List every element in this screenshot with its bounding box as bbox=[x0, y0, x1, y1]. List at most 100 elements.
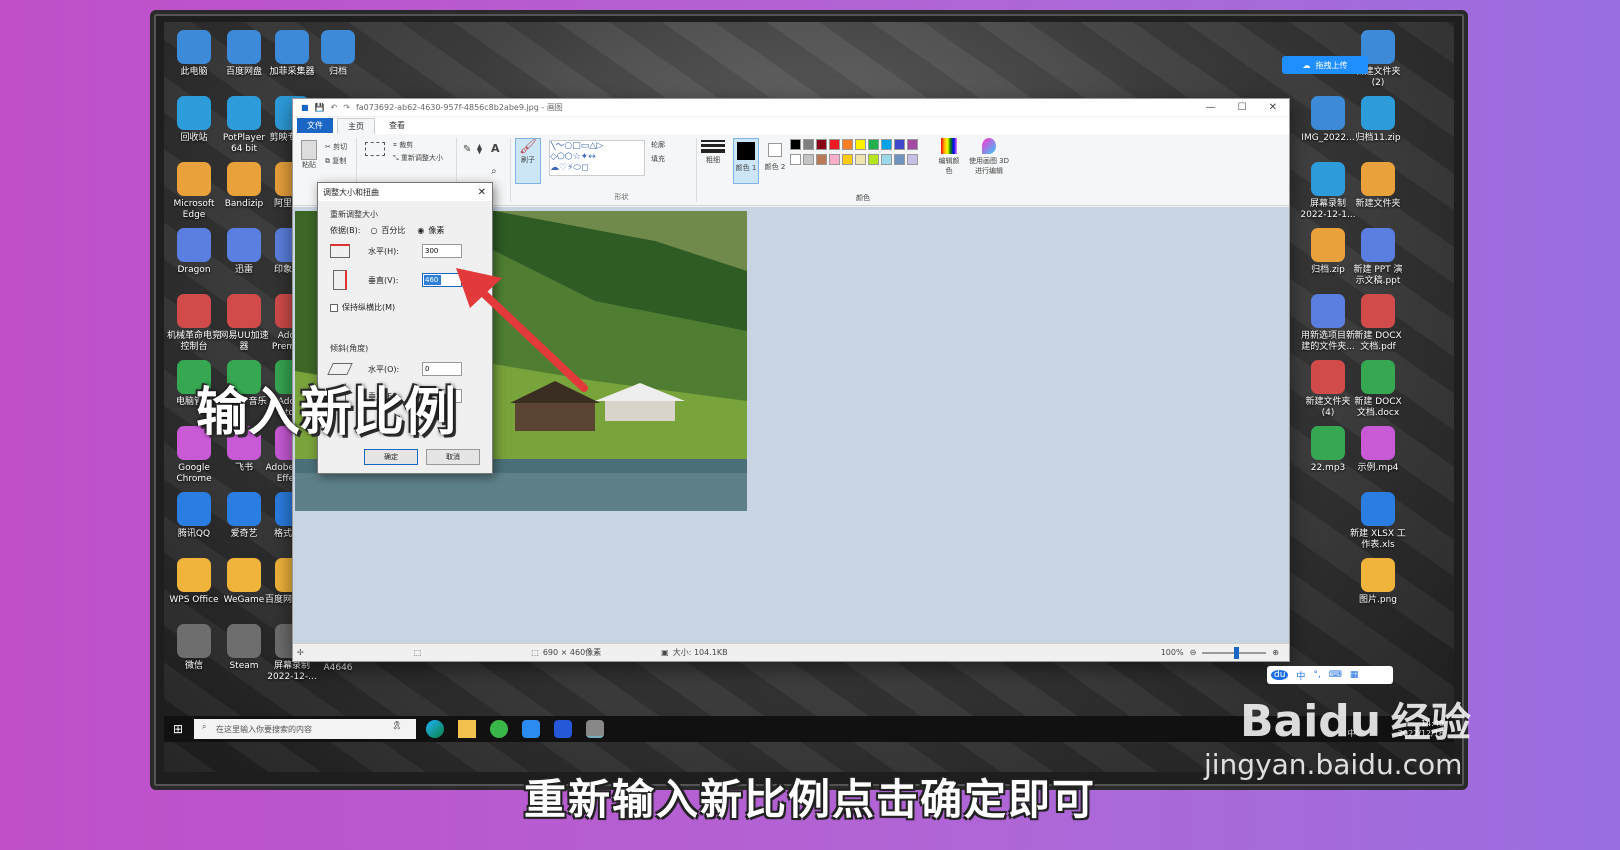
color1-button[interactable]: 颜色 1 bbox=[733, 138, 759, 184]
baidu-float-toolbar[interactable]: du 中 °, ⌨ ▦ bbox=[1267, 666, 1393, 684]
desktop-icon-item[interactable]: WPS Office bbox=[166, 558, 222, 606]
size-button[interactable]: 粗细 bbox=[701, 138, 725, 165]
color-swatch[interactable] bbox=[855, 139, 866, 150]
brush-button[interactable]: 🖌 刷子 bbox=[515, 138, 541, 184]
watermark-brand2: 经验 bbox=[1390, 700, 1471, 746]
color-swatch[interactable] bbox=[907, 154, 918, 165]
desktop-icon-item[interactable]: 屏幕录制 2022-12-1... bbox=[1300, 162, 1356, 221]
desktop-icon-item[interactable]: 新建 DOCX 文档.docx bbox=[1350, 360, 1406, 419]
horizontal-input[interactable] bbox=[422, 244, 462, 258]
desktop-icon-item[interactable]: 归档11.zip bbox=[1350, 96, 1406, 144]
tab-view[interactable]: 查看 bbox=[379, 118, 415, 133]
outline-button[interactable]: 轮廓 bbox=[651, 140, 665, 150]
desktop-icon-item[interactable]: 新建 XLSX 工作表.xls bbox=[1350, 492, 1406, 551]
keep-ratio-checkbox[interactable] bbox=[330, 303, 338, 312]
close-icon[interactable]: ✕ bbox=[1269, 102, 1277, 113]
upload-badge[interactable]: ☁ 拖拽上传 bbox=[1282, 56, 1368, 74]
color-swatch[interactable] bbox=[816, 154, 827, 165]
app-icon bbox=[321, 30, 355, 64]
ribbon-awareness-icon: 🎗 bbox=[391, 721, 402, 730]
desktop-icon-item[interactable]: 回收站 bbox=[166, 96, 222, 144]
tab-file[interactable]: 文件 bbox=[297, 118, 333, 133]
desktop-icon-item[interactable]: 示例.mp4 bbox=[1350, 426, 1406, 474]
color-swatch[interactable] bbox=[790, 154, 801, 165]
color-swatch[interactable] bbox=[829, 154, 840, 165]
color-swatch[interactable] bbox=[803, 139, 814, 150]
desktop-icon-item[interactable]: 新建文件夹 bbox=[1350, 162, 1406, 210]
text-icon[interactable]: A bbox=[491, 142, 500, 155]
app-icon bbox=[1311, 162, 1345, 196]
color-swatch[interactable] bbox=[894, 154, 905, 165]
percent-radio[interactable]: ○ bbox=[370, 226, 377, 235]
crop-button[interactable]: ⌗ 裁剪 bbox=[393, 140, 413, 150]
color-swatch[interactable] bbox=[842, 154, 853, 165]
color-swatch[interactable] bbox=[868, 154, 879, 165]
explorer-taskbar-icon[interactable] bbox=[458, 720, 476, 738]
desktop-icon-item[interactable]: 新建 DOCX 文档.pdf bbox=[1350, 294, 1406, 353]
desktop-icon-item[interactable]: 图片.png bbox=[1350, 558, 1406, 606]
browser-taskbar-icon[interactable] bbox=[490, 720, 508, 738]
paint-taskbar-icon[interactable] bbox=[586, 720, 604, 738]
color-swatch[interactable] bbox=[790, 139, 801, 150]
color-swatch[interactable] bbox=[855, 154, 866, 165]
desktop-icon-item[interactable]: 机械革命电竞控制台 bbox=[166, 294, 222, 353]
pencil-icon[interactable]: ✎ bbox=[463, 144, 471, 155]
color-swatch[interactable] bbox=[829, 139, 840, 150]
desktop-icon-item[interactable]: 22.mp3 bbox=[1300, 426, 1356, 474]
desktop-icon-label: 图片.png bbox=[1359, 595, 1397, 605]
redo-icon[interactable]: ↷ bbox=[343, 103, 350, 112]
cancel-button[interactable]: 取消 bbox=[426, 449, 480, 465]
feishu-taskbar-icon[interactable] bbox=[554, 720, 572, 738]
edge-taskbar-icon[interactable] bbox=[426, 720, 444, 738]
minimize-icon[interactable]: — bbox=[1206, 102, 1216, 113]
cut-button[interactable]: ✂ 剪切 bbox=[325, 142, 347, 152]
undo-icon[interactable]: ↶ bbox=[331, 103, 338, 112]
dialog-titlebar: 调整大小和扭曲 ✕ bbox=[318, 183, 492, 201]
select-tool[interactable] bbox=[365, 142, 385, 156]
zoom-out-button[interactable]: ⊖ bbox=[1190, 648, 1197, 657]
shapes-gallery[interactable]: ╲～○□▭△▷ ◇⬠⬡☆✦↔ ☁♡⚡⬭◻ bbox=[549, 140, 645, 176]
desktop-icon-item[interactable]: 腾讯QQ bbox=[166, 492, 222, 540]
desktop-icon-item[interactable]: 微信 bbox=[166, 624, 222, 672]
watermark-url: jingyan.baidu.com bbox=[1204, 748, 1463, 781]
desktop-icon-item[interactable]: IMG_2022... bbox=[1300, 96, 1356, 144]
desktop-icon-item[interactable]: 归档 bbox=[310, 30, 366, 78]
desktop-icon-item[interactable]: 新建文件夹 (4) bbox=[1300, 360, 1356, 419]
save-icon[interactable]: 💾 bbox=[315, 103, 325, 112]
baidunetdisk-taskbar-icon[interactable] bbox=[522, 720, 540, 738]
magnifier-icon[interactable]: ⌕ bbox=[491, 166, 497, 177]
fill-icon[interactable]: ⧫ bbox=[477, 144, 482, 155]
desktop-icon-item[interactable]: 用新选项目新建的文件夹... bbox=[1300, 294, 1356, 353]
color-swatch[interactable] bbox=[881, 139, 892, 150]
desktop-icon-item[interactable]: 新建 PPT 演示文稿.ppt bbox=[1350, 228, 1406, 287]
color2-button[interactable]: 颜色 2 bbox=[763, 138, 787, 172]
color-swatch[interactable] bbox=[842, 139, 853, 150]
fill-button[interactable]: 填充 bbox=[651, 154, 665, 164]
paint3d-button[interactable]: 使用画图 3D 进行编辑 bbox=[967, 138, 1011, 176]
ok-button[interactable]: 确定 bbox=[364, 449, 418, 465]
app-icon bbox=[1311, 228, 1345, 262]
color-swatch[interactable] bbox=[816, 139, 827, 150]
edit-colors-button[interactable]: 编辑颜色 bbox=[937, 138, 961, 176]
dialog-close-icon[interactable]: ✕ bbox=[478, 187, 492, 198]
maximize-icon[interactable]: ☐ bbox=[1238, 102, 1247, 113]
tab-home[interactable]: 主页 bbox=[337, 117, 375, 134]
resize-button[interactable]: ⤡ 重新调整大小 bbox=[393, 153, 443, 163]
paste-button[interactable]: 粘贴 bbox=[299, 140, 319, 170]
pixels-radio[interactable]: ◉ bbox=[417, 226, 424, 235]
desktop-icon-item[interactable]: Microsoft Edge bbox=[166, 162, 222, 221]
zoom-slider[interactable] bbox=[1202, 646, 1267, 659]
cloud-icon: ☁ bbox=[1302, 60, 1311, 70]
color-swatch[interactable] bbox=[803, 154, 814, 165]
color-swatch[interactable] bbox=[881, 154, 892, 165]
taskbar-search[interactable]: ⌕ 在这里输入你要搜索的内容 🎗 bbox=[194, 719, 416, 739]
desktop-icon-item[interactable]: 归档.zip bbox=[1300, 228, 1356, 276]
start-icon[interactable]: ⊞ bbox=[173, 722, 183, 736]
desktop-icon-item[interactable]: 此电脑 bbox=[166, 30, 222, 78]
color-swatch[interactable] bbox=[907, 139, 918, 150]
zoom-in-button[interactable]: ⊕ bbox=[1272, 648, 1279, 657]
color-swatch[interactable] bbox=[868, 139, 879, 150]
copy-button[interactable]: ⧉ 复制 bbox=[325, 156, 346, 166]
color-swatch[interactable] bbox=[894, 139, 905, 150]
desktop-icon-item[interactable]: Dragon bbox=[166, 228, 222, 276]
